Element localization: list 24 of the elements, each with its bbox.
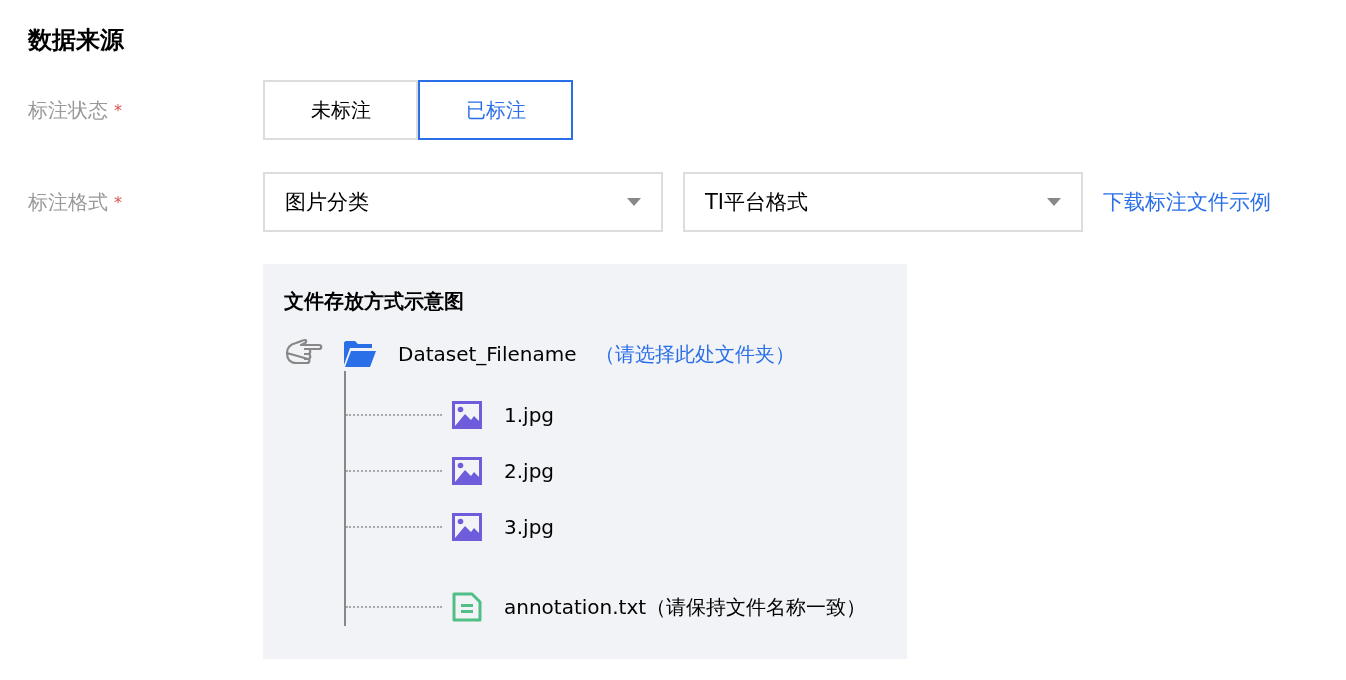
- file-name: 2.jpg: [504, 459, 555, 483]
- text-file-icon: [452, 592, 482, 622]
- field-label: 标注格式: [28, 188, 108, 216]
- required-mark: *: [114, 192, 122, 212]
- caret-icon: [1047, 198, 1061, 206]
- diagram-title: 文件存放方式示意图: [284, 288, 465, 315]
- caret-icon: [627, 198, 641, 206]
- section-title: 数据来源: [28, 25, 125, 56]
- folder-icon: [344, 341, 376, 367]
- image-file-icon: [452, 513, 482, 541]
- file-name: 3.jpg: [504, 515, 555, 539]
- image-file-icon: [452, 401, 482, 429]
- required-mark: *: [114, 100, 122, 120]
- image-file-icon: [452, 457, 482, 485]
- segment-tab[interactable]: 已标注: [418, 80, 573, 140]
- dropdown-select[interactable]: 图片分类: [263, 172, 663, 232]
- file-name: annotation.txt（请保持文件名称一致）: [504, 593, 867, 621]
- folder-name: Dataset_Filename: [398, 342, 577, 366]
- field-label: 标注状态: [28, 96, 108, 124]
- file-name: 1.jpg: [504, 403, 555, 427]
- download-link[interactable]: 下载标注文件示例: [1103, 188, 1271, 216]
- folder-hint: （请选择此处文件夹）: [594, 340, 795, 368]
- dropdown-select[interactable]: TI平台格式: [683, 172, 1083, 232]
- segment-tab[interactable]: 未标注: [263, 80, 418, 140]
